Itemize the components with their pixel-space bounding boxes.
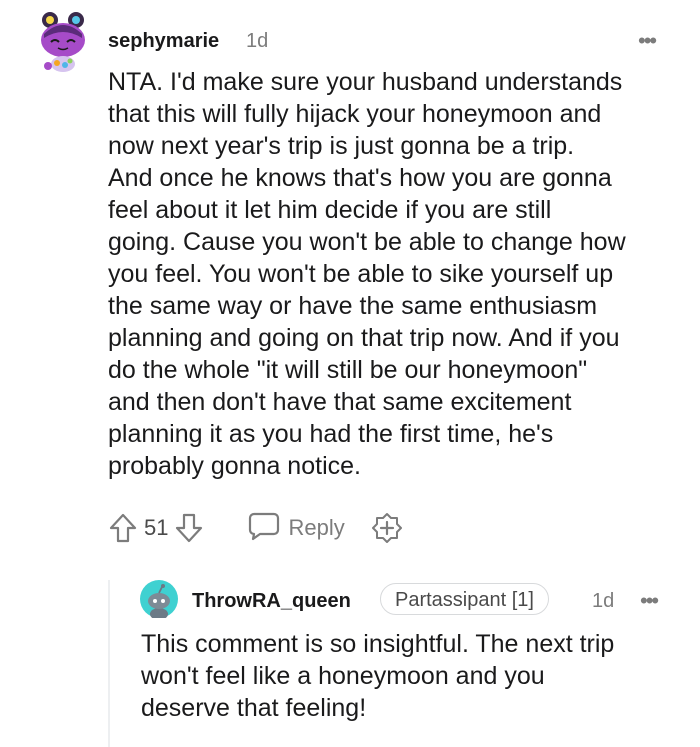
reply-username[interactable]: ThrowRA_queen (192, 590, 351, 613)
comment-body-line: And once he knows that's how you are gon… (108, 164, 612, 192)
comment-username[interactable]: sephymarie (108, 30, 219, 53)
award-plus-icon[interactable] (371, 512, 403, 544)
reply-body: This comment is so insightful. The next … (141, 628, 696, 724)
comment-body: NTA. I'd make sure your husband understa… (108, 66, 696, 482)
comment-body-line: probably gonna notice. (108, 452, 361, 480)
upvote-arrow-icon[interactable] (108, 512, 138, 544)
more-options-icon[interactable]: ••• (640, 590, 659, 612)
reply-timestamp: 1d (592, 590, 615, 612)
comment-body-line: the same way or have the same enthusiasm (108, 292, 598, 320)
comment-action-bar: 51 Reply (108, 508, 403, 548)
comment-body-line: NTA. I'd make sure your husband understa… (108, 68, 623, 96)
user-flair-badge: Partassipant [1] (380, 583, 549, 615)
avatar[interactable] (140, 580, 178, 620)
snoo-avatar-teal-icon (140, 580, 178, 620)
vote-count: 51 (144, 515, 169, 540)
comment-body-line: now next year's trip is just gonna be a … (108, 132, 575, 160)
comment-body-line: planning it as you had the first time, h… (108, 420, 554, 448)
snoo-avatar-purple-icon (41, 12, 85, 72)
avatar[interactable] (36, 10, 92, 72)
reply-body-line: won't feel like a honeymoon and you (141, 662, 545, 690)
comment-body-line: that this will fully hijack your honeymo… (108, 100, 602, 128)
thread-line[interactable] (108, 580, 110, 747)
reply-button[interactable]: Reply (248, 511, 345, 546)
comment-body-line: you feel. You won't be able to sike your… (108, 260, 614, 288)
reply-body-line: This comment is so insightful. The next … (141, 630, 615, 658)
comment-body-line: going. Cause you won't be able to change… (108, 228, 626, 256)
comment-timestamp: 1d (246, 30, 269, 52)
comment-body-line: and then don't have that same excitement (108, 388, 572, 416)
more-options-icon[interactable]: ••• (638, 30, 657, 52)
comment-body-line: feel about it let him decide if you are … (108, 196, 552, 224)
downvote-arrow-icon[interactable] (174, 512, 204, 544)
reply-body-line: deserve that feeling! (141, 694, 367, 722)
comment-body-line: do the whole "it will still be our honey… (108, 356, 588, 384)
reply-label: Reply (288, 515, 345, 540)
speech-bubble-icon (248, 511, 280, 546)
comment-body-line: planning and going on that trip now. And… (108, 324, 620, 352)
